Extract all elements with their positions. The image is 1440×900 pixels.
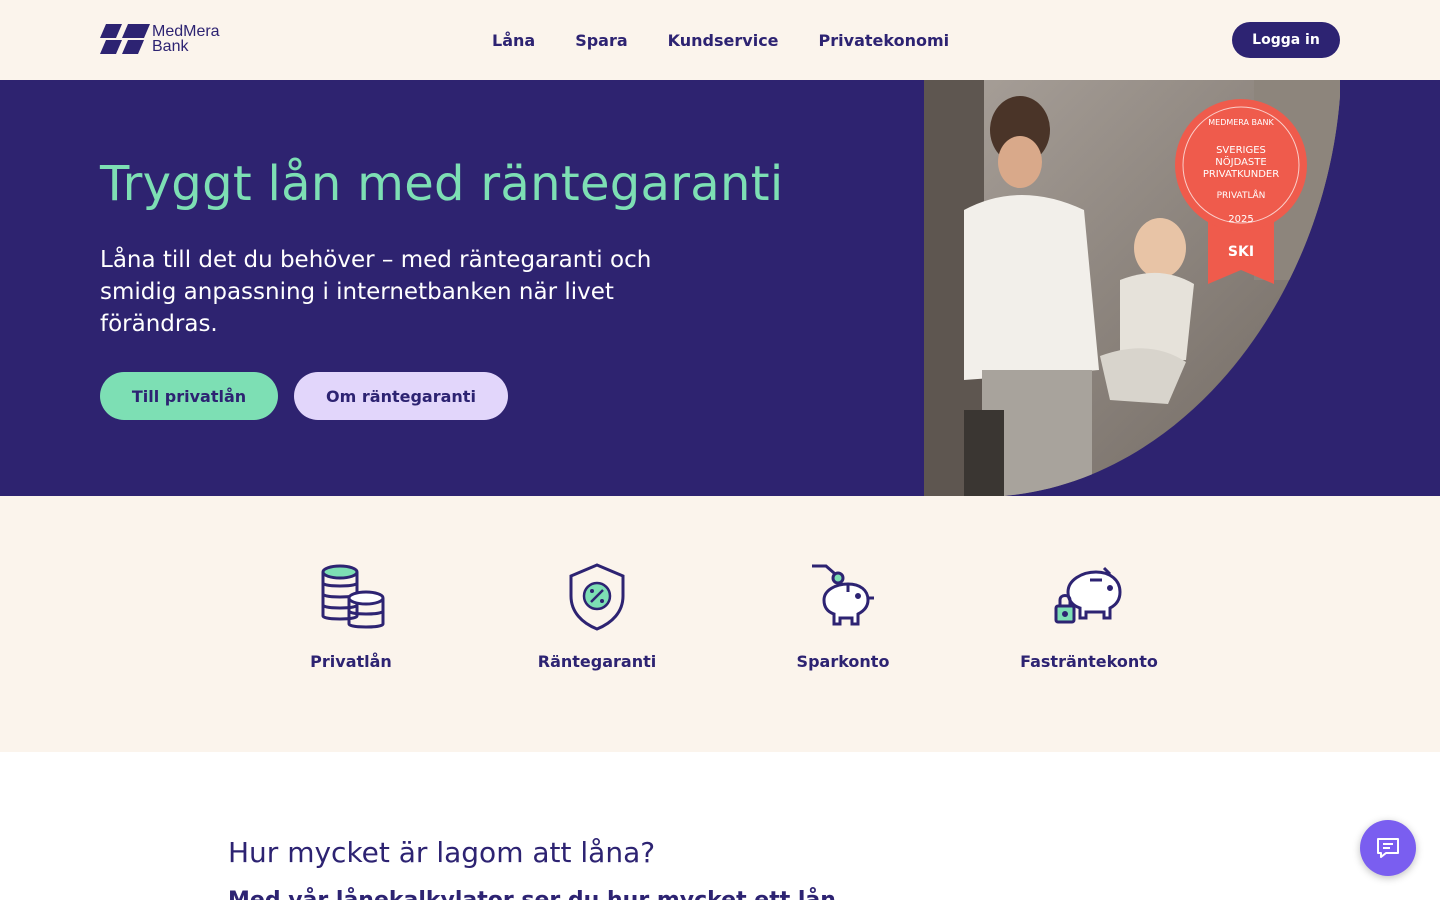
logo-text: MedMera Bank xyxy=(152,23,220,55)
product-shortcuts: Privatlån Räntegaranti Sparkonto Fasträn… xyxy=(0,496,1440,752)
badge-source: SKI xyxy=(1228,244,1254,260)
section-title: Hur mycket är lagom att låna? xyxy=(228,836,656,869)
nav-item-spara[interactable]: Spara xyxy=(575,31,627,50)
badge-brand: MEDMERA BANK xyxy=(1208,118,1274,127)
product-label: Fasträntekonto xyxy=(1020,652,1158,671)
nav-item-lana[interactable]: Låna xyxy=(492,31,535,50)
site-header: MedMera Bank Låna Spara Kundservice Priv… xyxy=(0,0,1440,80)
badge-line-2: NÖJDASTE xyxy=(1215,155,1266,168)
piggy-bank-coin-icon xyxy=(812,564,874,626)
logo-mark-icon xyxy=(100,24,150,54)
badge-year: 2025 xyxy=(1228,214,1253,225)
product-label: Räntegaranti xyxy=(537,652,657,671)
badge-line-1: SVERIGES xyxy=(1216,145,1266,156)
badge-line-3: PRIVATKUNDER xyxy=(1203,169,1279,180)
hero-text: Låna till det du behöver – med räntegara… xyxy=(100,247,652,337)
coins-icon xyxy=(321,564,385,629)
privatlan-cta-button[interactable]: Till privatlån xyxy=(100,372,278,420)
badge-category: PRIVATLÅN xyxy=(1217,189,1266,201)
logo-line-1: MedMera xyxy=(152,23,220,40)
product-fastrantekonto[interactable]: Fasträntekonto xyxy=(989,562,1189,671)
ski-award-badge: MEDMERA BANK SVERIGES NÖJDASTE PRIVATKUN… xyxy=(1175,99,1307,284)
product-label: Sparkonto xyxy=(796,652,890,671)
rantegaranti-cta-button[interactable]: Om räntegaranti xyxy=(294,372,508,420)
piggy-bank-lock-icon xyxy=(1054,566,1122,624)
hero-image: MEDMERA BANK SVERIGES NÖJDASTE PRIVATKUN… xyxy=(924,80,1340,496)
product-rantegaranti[interactable]: Räntegaranti xyxy=(497,562,697,671)
nav-item-privatekonomi[interactable]: Privatekonomi xyxy=(819,31,950,50)
hero-title: Tryggt lån med räntegaranti xyxy=(100,156,784,212)
chat-icon xyxy=(1377,838,1399,858)
main-nav: Låna Spara Kundservice Privatekonomi xyxy=(492,0,989,80)
product-label: Privatlån xyxy=(310,652,392,671)
login-button[interactable]: Logga in xyxy=(1232,22,1340,58)
nav-item-kundservice[interactable]: Kundservice xyxy=(668,31,779,50)
shield-percent-icon xyxy=(569,563,625,631)
medmera-bank-logo[interactable]: MedMera Bank xyxy=(100,23,220,55)
hero-section: Tryggt lån med räntegaranti Låna till de… xyxy=(0,80,1440,496)
logo-line-2: Bank xyxy=(152,38,189,55)
chat-button[interactable] xyxy=(1360,820,1416,876)
product-sparkonto[interactable]: Sparkonto xyxy=(743,562,943,671)
section-subtitle: Med vår lånekalkylator ser du hur mycket… xyxy=(228,888,836,900)
product-privatlan[interactable]: Privatlån xyxy=(251,562,451,671)
